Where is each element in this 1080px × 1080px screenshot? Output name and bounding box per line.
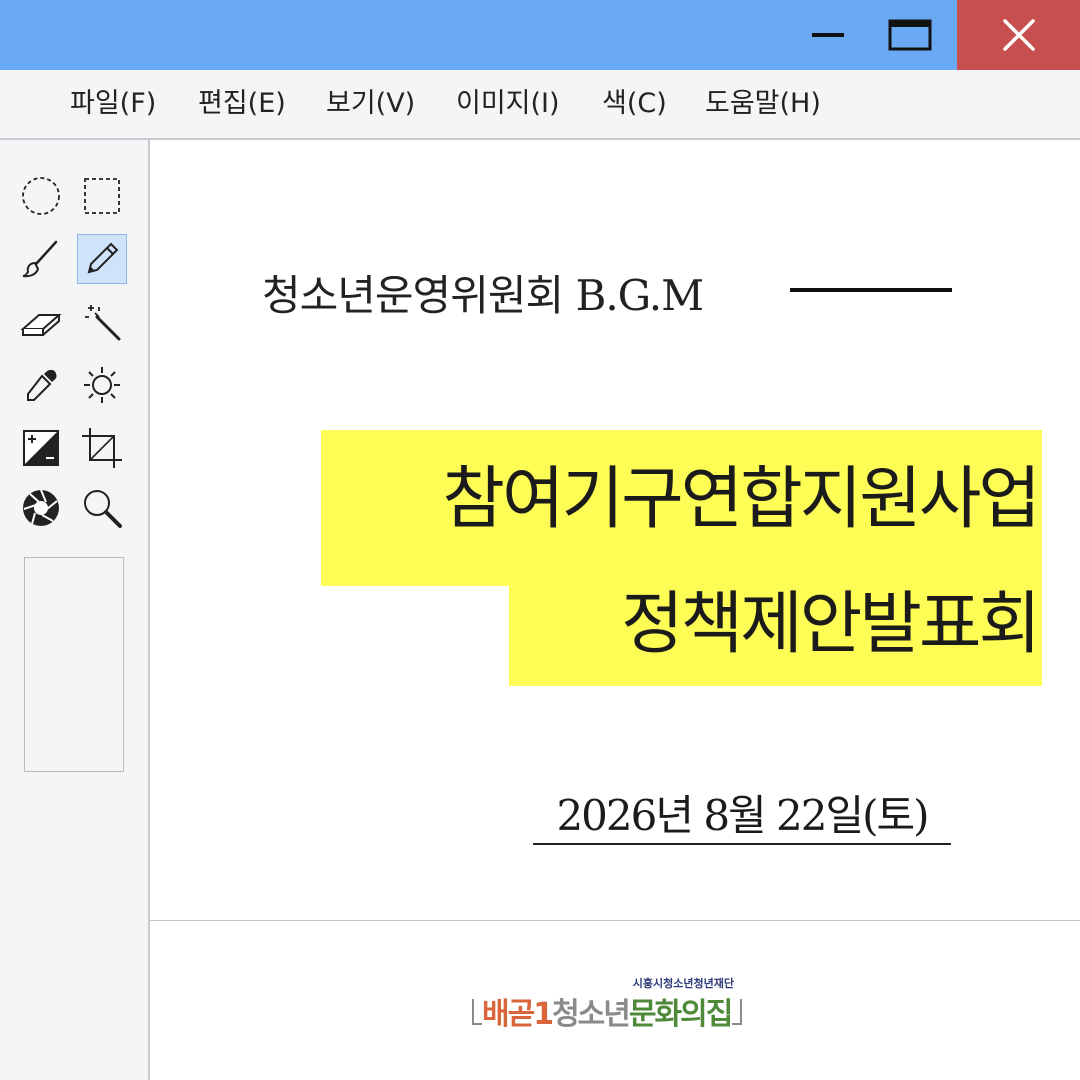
poster-title-line1: 참여기구연합지원사업 (442, 460, 1041, 539)
minimize-button[interactable] (796, 0, 860, 70)
logo-name-part1: 배곧1 (482, 997, 554, 1032)
brush-icon (22, 240, 58, 278)
poster-subtitle: 청소년운영위원회 B.G.M (262, 271, 704, 320)
menu-image[interactable]: 이미지(I) (456, 70, 560, 138)
crop-tool[interactable] (77, 423, 127, 473)
zoom-icon (84, 490, 122, 528)
logo-name-part2: 청소년 (552, 997, 631, 1032)
crop-icon (82, 428, 122, 468)
tool-box (0, 140, 150, 1080)
close-button[interactable] (957, 0, 1080, 70)
title-bar (0, 0, 1080, 70)
brush-tool[interactable] (16, 234, 66, 284)
menu-help[interactable]: 도움말(H) (705, 70, 821, 138)
eyedropper-icon (27, 369, 57, 401)
maximize-icon (888, 19, 932, 51)
magic-wand-tool[interactable] (77, 297, 127, 347)
subtitle-rule (790, 288, 952, 292)
date-underline (533, 843, 951, 845)
pencil-tool[interactable] (77, 234, 127, 284)
rect-select-tool[interactable] (77, 171, 127, 221)
logo-wordmark: 배곧1청소년문화의집 (482, 989, 733, 1033)
pencil-icon (87, 242, 119, 274)
menu-file[interactable]: 파일(F) (70, 70, 156, 138)
maximize-button[interactable] (878, 0, 942, 70)
contrast-tool[interactable] (16, 423, 66, 473)
minimize-icon (812, 33, 844, 37)
menu-bar: 파일(F) 편집(E) 보기(V) 이미지(I) 색(C) 도움말(H) (0, 70, 1080, 140)
menu-color[interactable]: 색(C) (602, 70, 667, 138)
poster-date: 2026년 8월 22일(토) (556, 791, 929, 840)
footer-divider (150, 920, 1080, 921)
magic-wand-icon (85, 305, 121, 341)
menu-view[interactable]: 보기(V) (326, 70, 415, 138)
brightness-icon (84, 367, 120, 403)
brightness-tool[interactable] (77, 360, 127, 410)
eyedropper-tool[interactable] (16, 360, 66, 410)
zoom-tool[interactable] (77, 483, 127, 533)
logo-name-part3: 문화의집 (628, 997, 733, 1032)
close-icon (1002, 19, 1035, 51)
ellipse-select-icon (22, 177, 60, 215)
canvas[interactable]: 청소년운영위원회 B.G.M 참여기구연합지원사업 정책제안발표회 2026년 … (150, 140, 1080, 1080)
aperture-tool[interactable] (16, 483, 66, 533)
logo-bracket-left (472, 999, 482, 1025)
eraser-tool[interactable] (16, 297, 66, 347)
poster-title-line2: 정책제안발표회 (621, 585, 1041, 664)
logo-bracket-right (732, 999, 742, 1025)
color-panel[interactable] (24, 557, 124, 772)
ellipse-select-tool[interactable] (16, 171, 66, 221)
eraser-icon (20, 314, 62, 336)
contrast-icon (23, 430, 59, 466)
aperture-icon (23, 489, 59, 526)
menu-edit[interactable]: 편집(E) (198, 70, 286, 138)
rect-select-icon (84, 178, 120, 214)
org-logo: 시흥시청소년청년재단 배곧1청소년문화의집 (472, 975, 742, 1035)
